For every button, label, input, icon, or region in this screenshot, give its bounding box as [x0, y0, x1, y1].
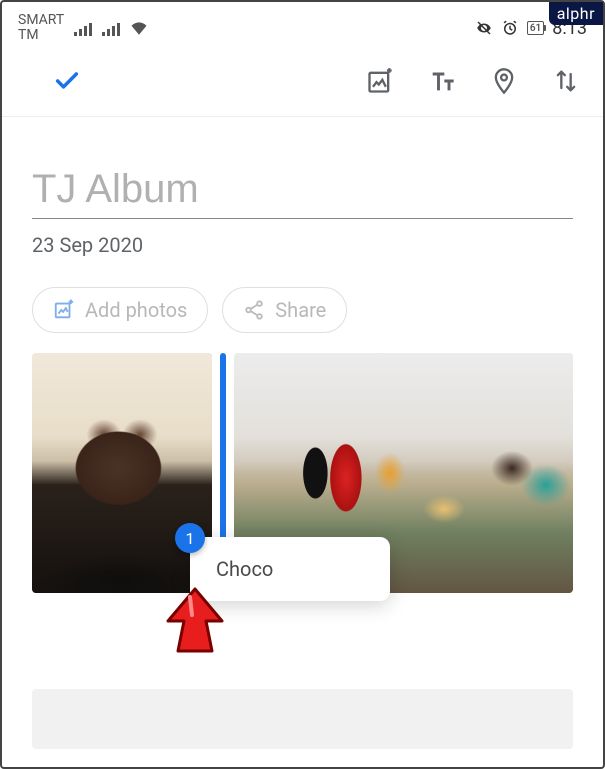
battery-icon: 61	[527, 21, 544, 35]
album-date: 23 Sep 2020	[32, 233, 573, 257]
photo-grid: 1 Choco	[2, 353, 603, 593]
add-media-button[interactable]	[363, 64, 397, 98]
add-photo-icon	[53, 299, 75, 321]
suggestion-count-badge: 1	[175, 523, 205, 553]
share-icon	[243, 299, 265, 321]
confirm-button[interactable]	[50, 64, 84, 98]
add-photos-label: Add photos	[85, 298, 187, 322]
alarm-icon	[501, 19, 519, 37]
edit-toolbar	[2, 52, 603, 117]
bottom-panel	[32, 689, 573, 749]
wifi-icon	[130, 21, 148, 35]
album-header: 23 Sep 2020	[2, 117, 603, 257]
signal-icon	[74, 20, 92, 36]
sort-button[interactable]	[549, 64, 583, 98]
photo-thumbnail[interactable]	[32, 353, 212, 593]
signal-icon	[102, 20, 120, 36]
album-actions: Add photos Share	[2, 257, 603, 353]
album-title-input[interactable]	[32, 167, 573, 219]
add-photos-button[interactable]: Add photos	[32, 287, 208, 333]
annotation-arrow-icon	[160, 585, 230, 655]
status-bar: SMART TM 61 8:13	[2, 2, 603, 52]
share-button[interactable]: Share	[222, 287, 347, 333]
carrier-label: SMART TM	[18, 13, 64, 44]
text-format-button[interactable]	[425, 64, 459, 98]
visibility-off-icon	[475, 19, 493, 37]
location-button[interactable]	[487, 64, 521, 98]
share-label: Share	[275, 298, 326, 322]
alphr-watermark: alphr	[549, 2, 603, 25]
